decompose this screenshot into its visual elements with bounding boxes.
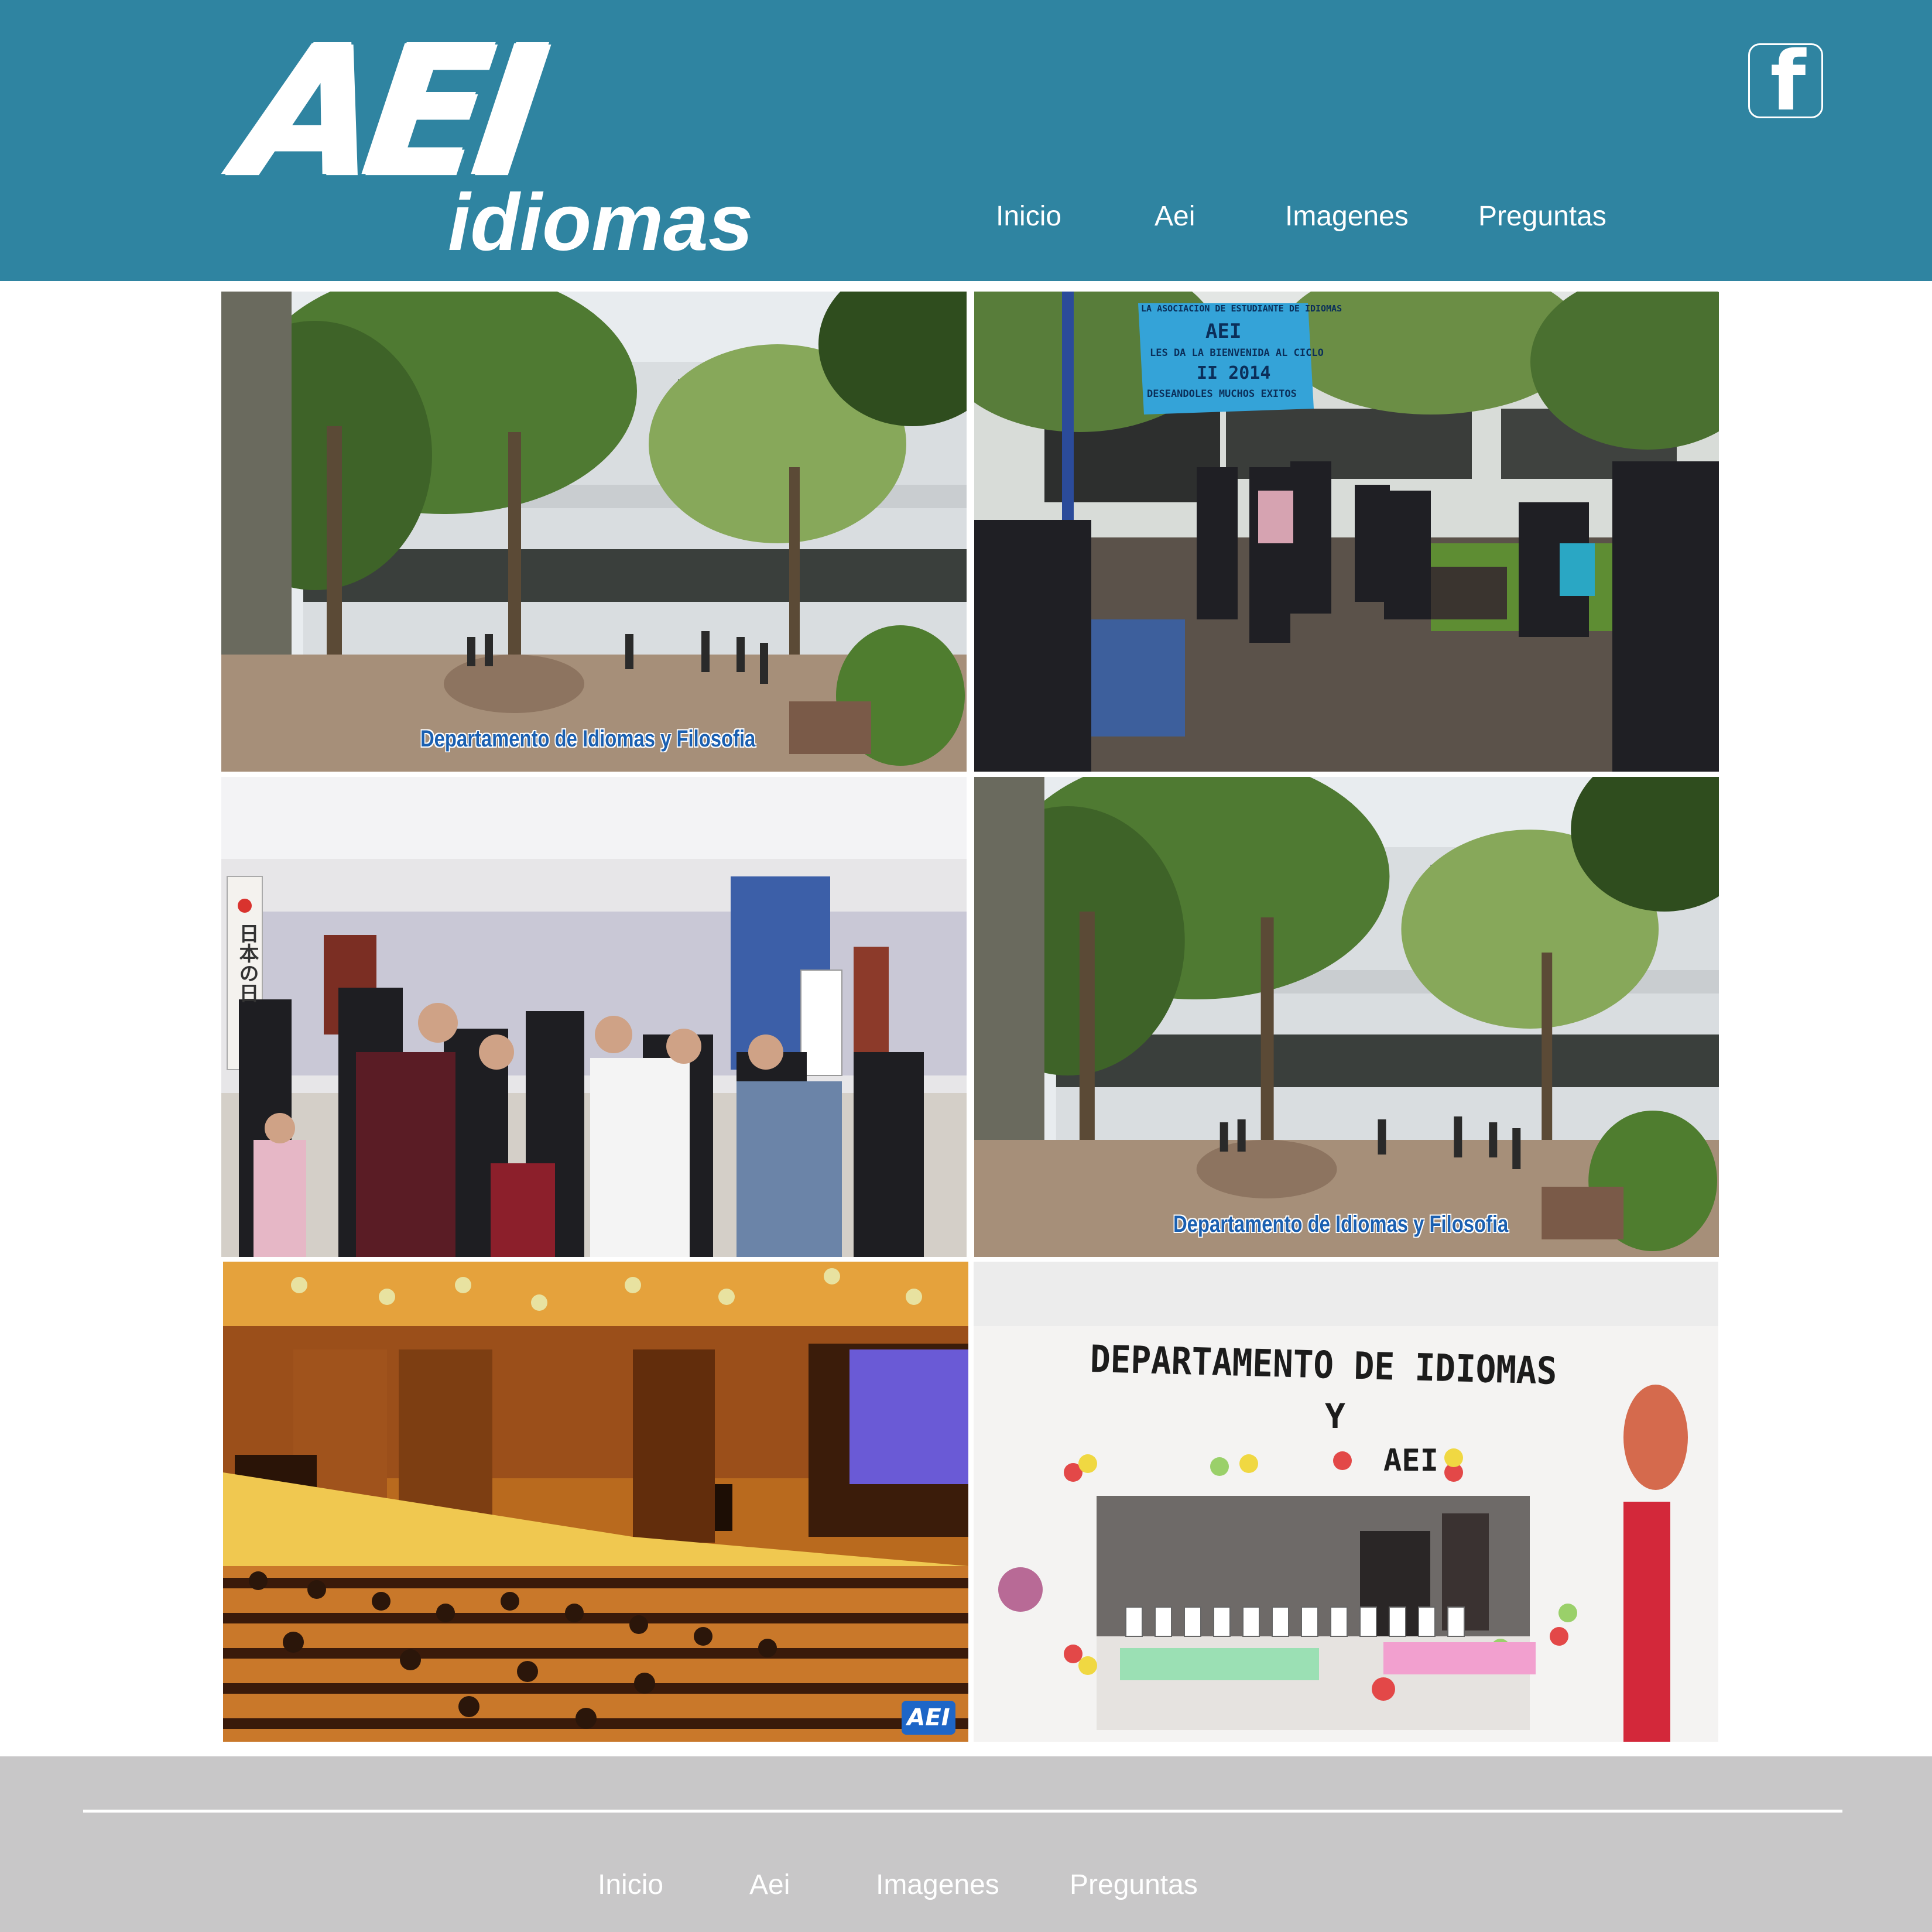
footer-nav-aei[interactable]: Aei	[749, 1865, 790, 1906]
footer-divider	[83, 1810, 1842, 1813]
site-logo[interactable]: AEI idiomas	[228, 7, 753, 269]
campus-photo-image-2	[974, 777, 1719, 1257]
nav-preguntas[interactable]: Preguntas	[1478, 196, 1606, 237]
gallery-photo-campus[interactable]: Departamento de Idiomas y Filosofia	[221, 292, 967, 772]
footer-nav-inicio[interactable]: Inicio	[598, 1865, 663, 1906]
site-header: AEI idiomas f Inicio Aei Imagenes Pregun…	[0, 0, 1932, 281]
photo-caption: Departamento de Idiomas y Filosofia	[420, 726, 756, 752]
japanese-sign: 日本の日	[235, 923, 259, 1003]
welcome-photo-image	[974, 292, 1719, 772]
stage-wall-text-3: AEI	[1383, 1443, 1438, 1478]
site-footer: Inicio Aei Imagenes Preguntas	[0, 1756, 1932, 1932]
stage-wall-text-2: Y	[1325, 1396, 1345, 1436]
facebook-button[interactable]: f	[1748, 34, 1823, 129]
auditorium-photo-image	[223, 1262, 968, 1742]
nav-aei[interactable]: Aei	[1155, 196, 1195, 237]
gallery-photo-welcome-banner[interactable]: LA ASOCIACION DE ESTUDIANTE DE IDIOMAS A…	[974, 292, 1719, 772]
banner-line-2: AEI	[1205, 320, 1242, 343]
gallery-photo-campus-2[interactable]: Departamento de Idiomas y Filosofia	[974, 777, 1719, 1257]
banner-line-5: DESEANDOLES MUCHOS EXITOS	[1147, 388, 1297, 400]
footer-nav-preguntas[interactable]: Preguntas	[1070, 1865, 1198, 1906]
banner-line-1: LA ASOCIACION DE ESTUDIANTE DE IDIOMAS	[1141, 303, 1342, 314]
nav-inicio[interactable]: Inicio	[996, 196, 1061, 237]
banner-line-3: LES DA LA BIENVENIDA AL CICLO	[1150, 347, 1324, 359]
gallery-photo-department-stage[interactable]: DEPARTAMENTO DE IDIOMAS Y AEI	[974, 1262, 1718, 1742]
banner-line-4: II 2014	[1197, 363, 1271, 383]
stage-photo-image	[974, 1262, 1718, 1742]
nav-imagenes[interactable]: Imagenes	[1285, 196, 1409, 237]
logo-subtitle: idiomas	[448, 177, 753, 268]
gallery-photo-auditorium[interactable]: AEI	[223, 1262, 968, 1742]
indoor-photo-image	[221, 777, 967, 1257]
facebook-icon: f	[1770, 34, 1806, 129]
photo-caption-2: Departamento de Idiomas y Filosofia	[1173, 1211, 1509, 1237]
aei-badge: AEI	[902, 1701, 955, 1735]
gallery-photo-indoor-event[interactable]: 日本の日	[221, 777, 967, 1257]
campus-photo-image	[221, 292, 967, 772]
footer-nav-imagenes[interactable]: Imagenes	[876, 1865, 999, 1906]
logo-aei-mark: AEI	[228, 6, 547, 215]
